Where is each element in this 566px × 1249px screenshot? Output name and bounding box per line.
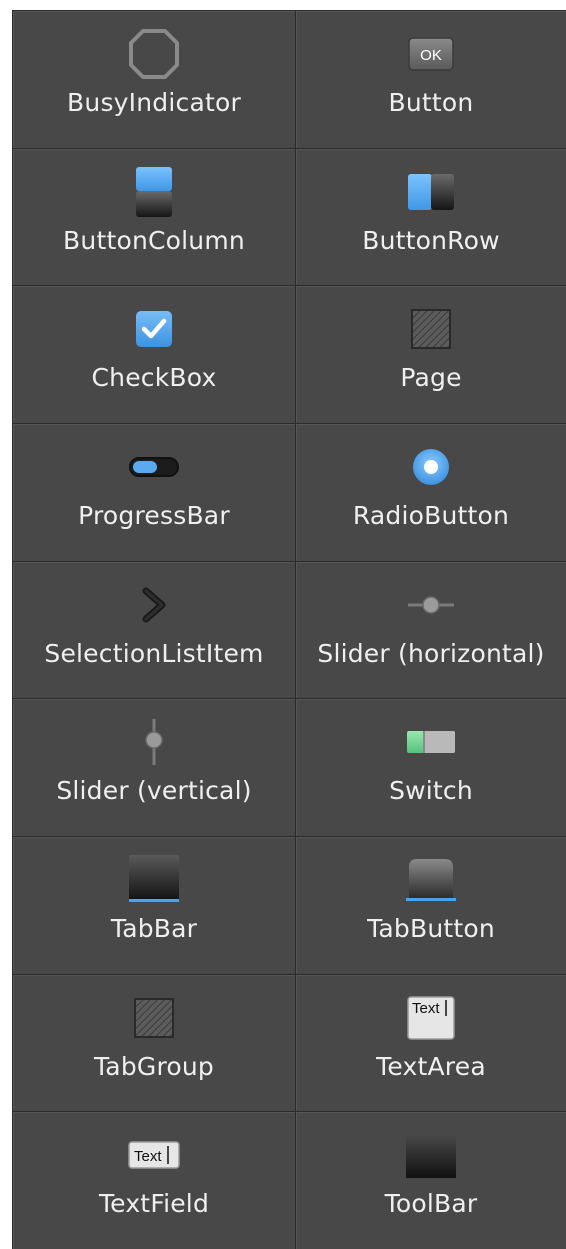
item-label: ButtonRow	[362, 225, 500, 255]
button-column-icon	[132, 165, 176, 219]
text-area-icon-text: Text	[412, 1000, 440, 1017]
item-label: SelectionListItem	[44, 638, 264, 668]
button-icon: OK	[407, 27, 455, 81]
item-label: TextField	[98, 1189, 210, 1219]
item-label: ProgressBar	[78, 501, 230, 530]
palette-item-textfield[interactable]: Text TextField	[12, 1111, 295, 1249]
checkbox-icon	[132, 302, 176, 356]
progress-bar-icon	[127, 440, 181, 494]
palette-item-progressbar[interactable]: ProgressBar	[12, 423, 295, 561]
radio-button-icon	[409, 440, 453, 494]
palette-item-toolbar[interactable]: ToolBar	[295, 1111, 566, 1249]
item-label: ButtonColumn	[63, 225, 245, 255]
item-label: Page	[400, 363, 462, 393]
palette-item-button[interactable]: OK Button	[295, 10, 566, 148]
palette-item-textarea[interactable]: Text TextArea	[295, 973, 566, 1112]
text-field-icon-text: Text	[134, 1148, 162, 1165]
palette-item-buttonrow[interactable]: ButtonRow	[295, 147, 566, 286]
tab-button-icon	[404, 853, 458, 907]
item-label: TextArea	[376, 1051, 486, 1081]
component-palette: BusyIndicator OK Button ButtonColumn But…	[12, 10, 566, 1249]
slider-horizontal-icon	[404, 578, 458, 632]
button-icon-text: OK	[420, 47, 442, 64]
tab-bar-icon	[127, 853, 181, 907]
palette-item-switch[interactable]: Switch	[295, 698, 566, 836]
palette-item-slider-vertical[interactable]: Slider (vertical)	[12, 698, 295, 836]
item-label: BusyIndicator	[67, 88, 241, 117]
item-label: Slider (vertical)	[56, 776, 252, 806]
switch-icon	[404, 715, 458, 769]
item-label: Slider (horizontal)	[317, 638, 545, 668]
palette-item-slider-horizontal[interactable]: Slider (horizontal)	[295, 560, 566, 699]
busy-indicator-icon	[127, 27, 181, 81]
palette-item-tabbar[interactable]: TabBar	[12, 836, 295, 974]
item-label: TabButton	[367, 914, 495, 943]
page-icon	[409, 302, 453, 356]
text-field-icon: Text	[127, 1128, 181, 1182]
slider-vertical-icon	[139, 715, 169, 769]
text-area-icon: Text	[406, 991, 456, 1045]
palette-item-tabgroup[interactable]: TabGroup	[12, 973, 295, 1112]
palette-item-tabbutton[interactable]: TabButton	[295, 836, 566, 974]
item-label: TabBar	[110, 914, 198, 943]
item-label: TabGroup	[93, 1051, 215, 1081]
palette-item-selectionlistitem[interactable]: SelectionListItem	[12, 560, 295, 699]
item-label: ToolBar	[384, 1189, 478, 1219]
item-label: CheckBox	[91, 363, 217, 393]
palette-item-radiobutton[interactable]: RadioButton	[295, 423, 566, 561]
selection-list-item-icon	[132, 578, 176, 632]
palette-item-buttoncolumn[interactable]: ButtonColumn	[12, 147, 295, 286]
item-label: RadioButton	[352, 501, 510, 530]
toolbar-icon	[404, 1128, 458, 1182]
item-label: Button	[388, 88, 474, 117]
palette-item-checkbox[interactable]: CheckBox	[12, 285, 295, 423]
item-label: Switch	[389, 776, 473, 806]
palette-item-page[interactable]: Page	[295, 285, 566, 423]
palette-item-busyindicator[interactable]: BusyIndicator	[12, 10, 295, 148]
tab-group-icon	[132, 991, 176, 1045]
button-row-icon	[404, 165, 458, 219]
